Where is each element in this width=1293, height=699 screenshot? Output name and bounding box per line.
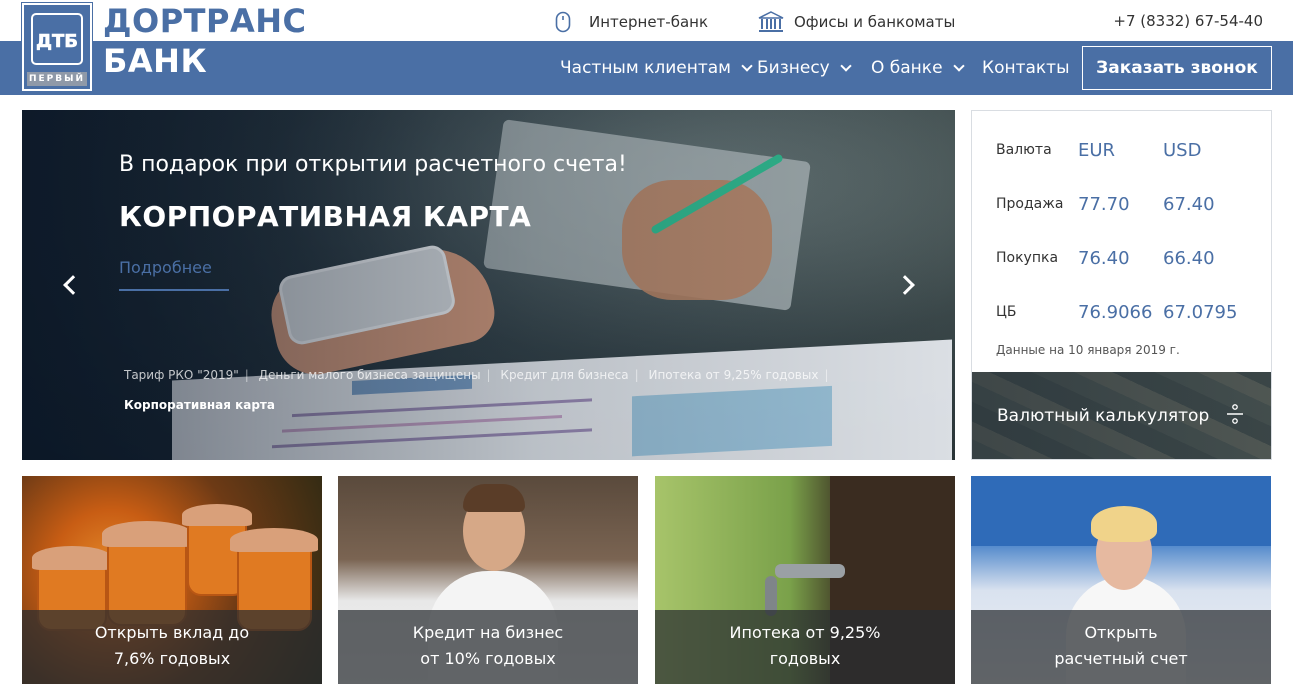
usd-rate: 66.40 [1163,247,1215,269]
logo-subtitle: ПЕРВЫЙ [27,72,87,86]
card-caption-line: расчетный счет [1054,649,1188,668]
nav-item-business[interactable]: Бизнесу [757,58,852,78]
card-caption-line: Ипотека от 9,25% [729,623,881,642]
card-caption-line: Открыть вклад до [94,623,250,642]
brand-name-line1[interactable]: ДОРТРАНС [103,2,306,40]
internet-bank-label: Интернет-банк [589,13,709,31]
mouse-icon [555,11,571,33]
slider-tab[interactable]: Ипотека от 9,25% годовых [648,360,818,390]
internet-bank-link[interactable]: Интернет-банк [555,11,708,33]
card-caption: Открыть расчетный счет [971,610,1271,684]
slider-tab[interactable]: Деньги малого бизнеса защищены [259,360,481,390]
promo-slider[interactable]: В подарок при открытии расчетного счета!… [22,110,955,460]
card-caption: Открыть вклад до 7,6% годовых [22,610,322,684]
nav-item-label: О банке [871,58,943,78]
nav-item-private-clients[interactable]: Частным клиентам [560,58,753,78]
rate-label: Продажа [996,196,1064,212]
exchange-rates-panel: Валюта EUR USD Продажа 77.70 67.40 Покуп… [971,110,1272,460]
logo-mark-icon: ДТБ [31,13,83,65]
slider-tab[interactable]: Тариф РКО "2019" [124,360,239,390]
current-account-card[interactable]: Открыть расчетный счет [971,476,1271,684]
usd-rate: 67.0795 [1163,301,1238,323]
offices-label: Офисы и банкоматы [794,13,956,31]
mortgage-card[interactable]: Ипотека от 9,25% годовых [655,476,955,684]
slider-tabs: Тариф РКО "2019" | Деньги малого бизнеса … [124,360,844,420]
slide-more-link[interactable]: Подробнее [119,258,229,291]
nav-item-label: Частным клиентам [560,58,731,78]
rate-label: ЦБ [996,304,1017,320]
card-caption: Ипотека от 9,25% годовых [655,610,955,684]
usd-header: USD [1163,139,1202,161]
deposit-card[interactable]: Открыть вклад до 7,6% годовых [22,476,322,684]
eur-header: EUR [1078,139,1116,161]
slide-title: КОРПОРАТИВНАЯ КАРТА [119,200,532,233]
eur-rate: 77.70 [1078,193,1130,215]
rates-row: Продажа 77.70 67.40 [996,177,1248,231]
slide-subtitle: В подарок при открытии расчетного счета! [119,152,627,177]
division-icon [1227,404,1243,424]
rates-row: Покупка 76.40 66.40 [996,231,1248,285]
nav-item-contacts[interactable]: Контакты [982,58,1070,78]
currency-header: Валюта [996,142,1052,158]
chevron-down-icon [840,59,852,72]
nav-item-label: Контакты [982,58,1070,78]
rate-label: Покупка [996,250,1059,266]
tab-separator: | [244,368,249,382]
card-caption-line: годовых [769,649,841,668]
card-caption: Кредит на бизнес от 10% годовых [338,610,638,684]
brand-name-line2[interactable]: БАНК [103,42,207,80]
card-caption-line: Открыть [1084,623,1158,642]
slider-tab[interactable]: Кредит для бизнеса [500,360,628,390]
card-caption-line: 7,6% годовых [113,649,231,668]
card-caption-line: от 10% годовых [420,649,556,668]
eur-rate: 76.9066 [1078,301,1153,323]
rates-header-row: Валюта EUR USD [996,123,1248,177]
calculator-label: Валютный калькулятор [997,406,1210,426]
eur-rate: 76.40 [1078,247,1130,269]
slider-tab-active[interactable]: Корпоративная карта [124,390,275,420]
card-caption-line: Кредит на бизнес [412,623,564,642]
tab-separator: | [634,368,639,382]
rates-row: ЦБ 76.9066 67.0795 [996,285,1248,339]
chevron-down-icon [741,59,753,72]
tab-separator: | [824,368,829,382]
nav-item-label: Бизнесу [757,58,830,78]
request-call-button[interactable]: Заказать звонок [1082,46,1272,90]
currency-calculator-button[interactable]: Валютный калькулятор [972,372,1271,459]
rates-date-note: Данные на 10 января 2019 г. [996,343,1180,357]
business-loan-card[interactable]: Кредит на бизнес от 10% годовых [338,476,638,684]
nav-item-about[interactable]: О банке [871,58,965,78]
rates-table: Валюта EUR USD Продажа 77.70 67.40 Покуп… [996,123,1248,339]
bank-logo[interactable]: ДТБ ПЕРВЫЙ [21,2,93,92]
offices-link[interactable]: Офисы и банкоматы [758,11,955,33]
usd-rate: 67.40 [1163,193,1215,215]
bank-building-icon [758,11,784,32]
phone-number[interactable]: +7 (8332) 67-54-40 [1113,12,1263,30]
chevron-down-icon [952,59,965,72]
tab-separator: | [486,368,491,382]
logo-mark-text: ДТБ [36,31,78,52]
